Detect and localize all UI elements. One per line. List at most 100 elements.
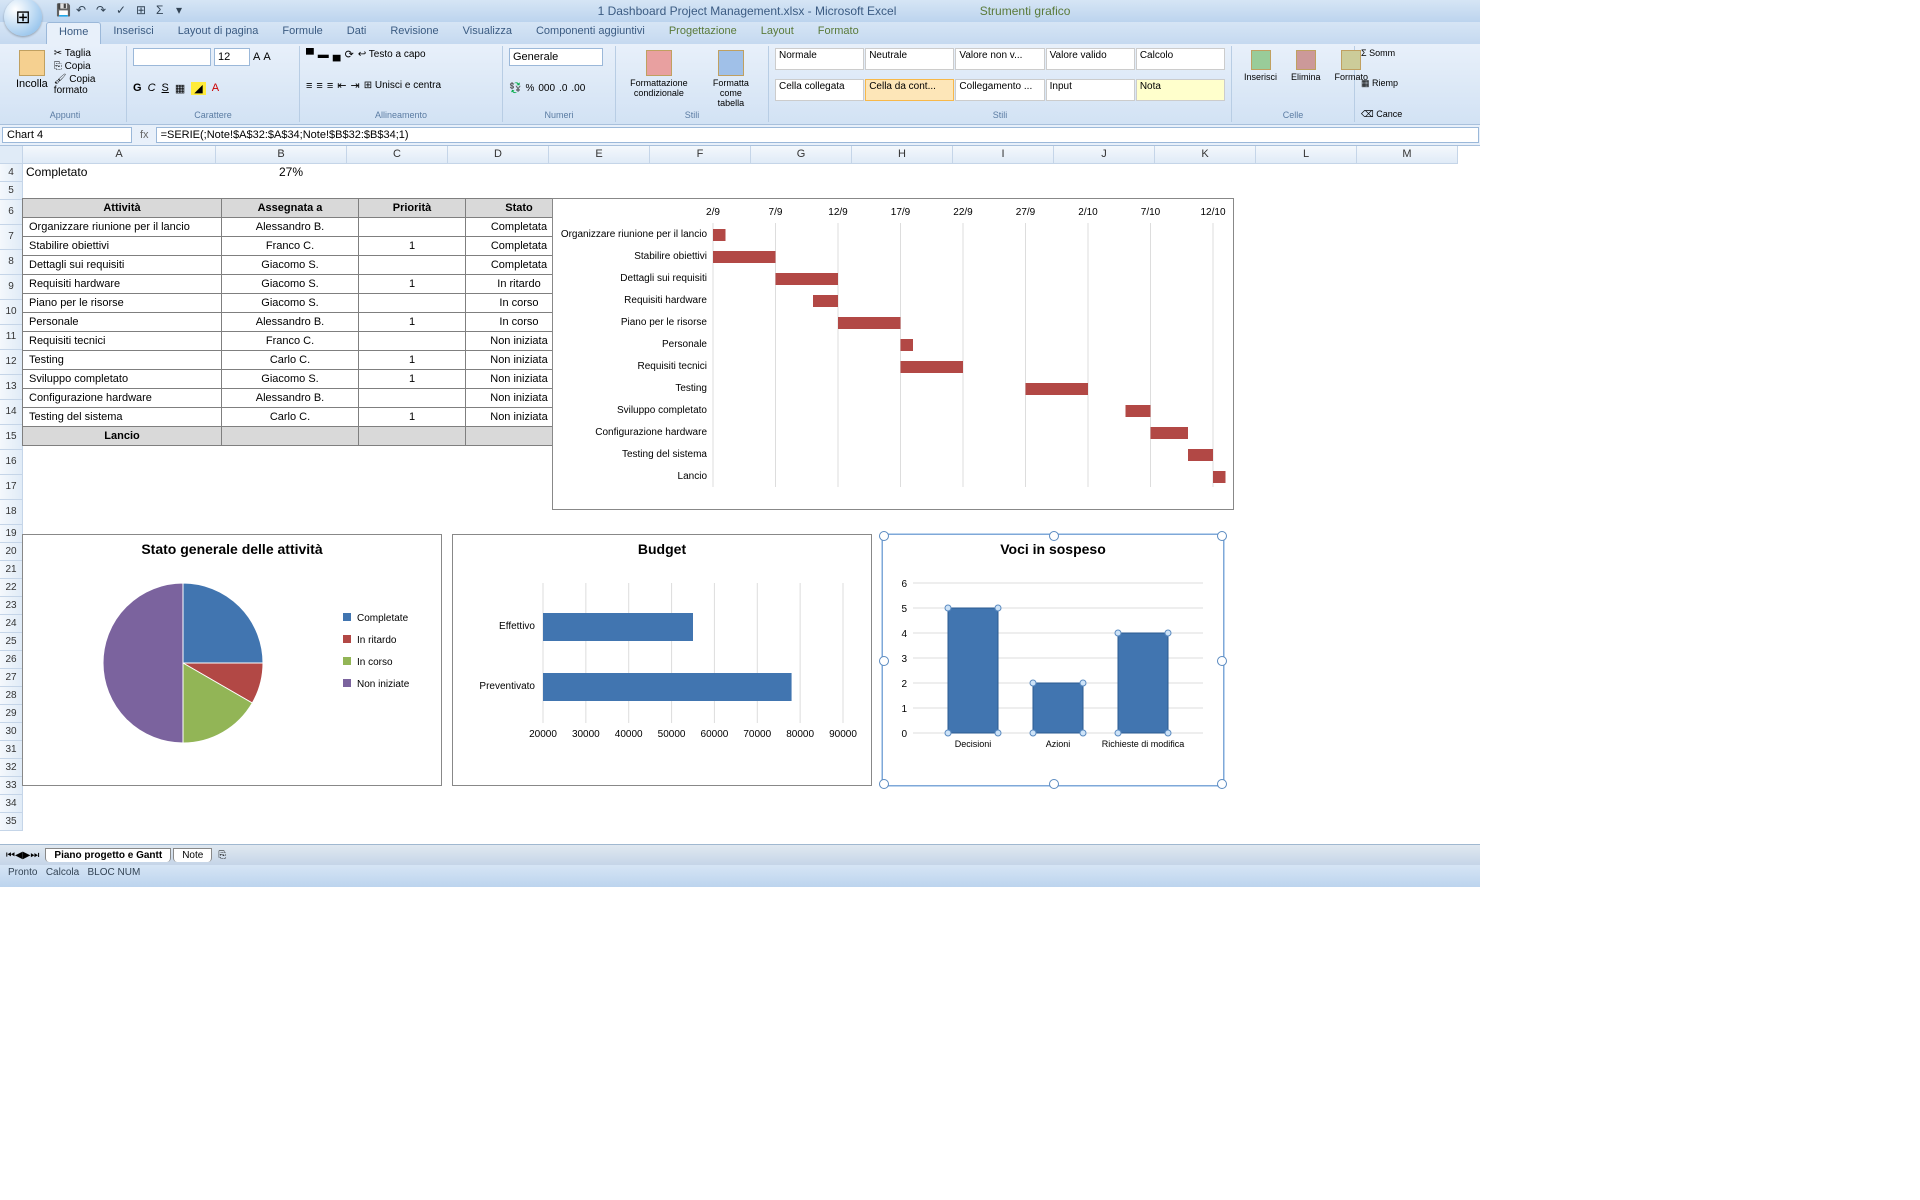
fill-color-button[interactable]: ◢ [191, 82, 205, 95]
row-header[interactable]: 14 [0, 400, 23, 425]
gantt-chart[interactable]: 2/97/912/917/922/927/92/107/1012/10Organ… [552, 198, 1234, 510]
copy-button[interactable]: ⎘ Copia [54, 61, 120, 72]
cell-style[interactable]: Valore non v... [955, 48, 1044, 70]
clear-button[interactable]: ⌫ Cance [1361, 109, 1402, 119]
tab-format[interactable]: Formato [806, 22, 871, 44]
undo-icon[interactable]: ↶ [76, 3, 92, 19]
comma-icon[interactable]: 000 [538, 83, 555, 94]
tab-nav-first-icon[interactable]: ⏮ [6, 850, 15, 861]
row-header[interactable]: 12 [0, 350, 23, 375]
align-right-icon[interactable]: ≡ [327, 80, 333, 92]
row-header[interactable]: 5 [0, 182, 23, 200]
orientation-icon[interactable]: ⟳ [345, 48, 354, 61]
budget-chart[interactable]: Budget 200003000040000500006000070000800… [452, 534, 872, 786]
tab-nav-last-icon[interactable]: ⏭ [30, 850, 39, 861]
tab-review[interactable]: Revisione [378, 22, 450, 44]
cell-style[interactable]: Neutrale [865, 48, 954, 70]
cell-style[interactable]: Input [1046, 79, 1135, 101]
tab-nav-prev-icon[interactable]: ◀ [15, 850, 23, 861]
row-header[interactable]: 15 [0, 425, 23, 450]
format-as-table-button[interactable]: Formatta come tabella [700, 48, 762, 110]
row-header[interactable]: 4 [0, 164, 23, 182]
fill-button[interactable]: ▦ Riemp [1361, 78, 1398, 88]
column-header[interactable]: D [448, 146, 549, 164]
font-size-input[interactable] [214, 48, 250, 66]
column-header[interactable]: K [1155, 146, 1256, 164]
row-header[interactable]: 23 [0, 597, 23, 615]
row-header[interactable]: 6 [0, 200, 23, 225]
tab-home[interactable]: Home [46, 22, 101, 44]
border-button[interactable]: ▦ [175, 82, 185, 95]
delete-cells-button[interactable]: Elimina [1285, 48, 1327, 84]
row-header[interactable]: 13 [0, 375, 23, 400]
cell-style[interactable]: Calcolo [1136, 48, 1225, 70]
align-middle-icon[interactable]: ▬ [318, 49, 329, 61]
increase-indent-icon[interactable]: ⇥ [350, 79, 359, 92]
fx-icon[interactable]: fx [134, 129, 155, 141]
row-header[interactable]: 22 [0, 579, 23, 597]
column-header[interactable]: F [650, 146, 751, 164]
tab-insert[interactable]: Inserisci [101, 22, 165, 44]
tab-data[interactable]: Dati [335, 22, 379, 44]
font-family-input[interactable] [133, 48, 211, 66]
cell-style[interactable]: Cella collegata [775, 79, 864, 101]
pie-chart[interactable]: Stato generale delle attività Completate… [22, 534, 442, 786]
decrease-indent-icon[interactable]: ⇤ [337, 79, 346, 92]
row-header[interactable]: 7 [0, 225, 23, 250]
format-painter-button[interactable]: 🖌 Copia formato [54, 74, 120, 96]
underline-button[interactable]: S [162, 82, 169, 94]
grow-font-icon[interactable]: A [253, 51, 260, 63]
row-header[interactable]: 24 [0, 615, 23, 633]
redo-icon[interactable]: ↷ [96, 3, 112, 19]
shrink-font-icon[interactable]: A [263, 51, 270, 63]
row-header[interactable]: 19 [0, 525, 23, 543]
row-header[interactable]: 8 [0, 250, 23, 275]
percent-icon[interactable]: % [525, 83, 534, 94]
row-header[interactable]: 29 [0, 705, 23, 723]
formula-input[interactable] [156, 127, 1479, 143]
currency-icon[interactable]: 💱 [509, 83, 521, 94]
column-header[interactable]: I [953, 146, 1054, 164]
row-header[interactable]: 27 [0, 669, 23, 687]
qat-icon[interactable]: ✓ [116, 3, 132, 19]
cut-button[interactable]: ✂ Taglia [54, 48, 120, 59]
merge-center-button[interactable]: ⊞ Unisci e centra [364, 80, 441, 91]
tab-formulas[interactable]: Formule [270, 22, 334, 44]
column-header[interactable]: J [1054, 146, 1155, 164]
cell-style[interactable]: Cella da cont... [865, 79, 954, 101]
row-header[interactable]: 10 [0, 300, 23, 325]
cell-completato-label[interactable]: Completato [22, 164, 222, 181]
tab-design[interactable]: Progettazione [657, 22, 749, 44]
row-header[interactable]: 31 [0, 741, 23, 759]
tab-layout[interactable]: Layout [749, 22, 806, 44]
row-header[interactable]: 17 [0, 475, 23, 500]
tab-view[interactable]: Visualizza [451, 22, 524, 44]
align-top-icon[interactable]: ▀ [306, 49, 314, 61]
column-header[interactable]: G [751, 146, 852, 164]
row-header[interactable]: 34 [0, 795, 23, 813]
align-center-icon[interactable]: ≡ [316, 80, 322, 92]
sheet-tab[interactable]: Note [173, 848, 212, 862]
row-header[interactable]: 18 [0, 500, 23, 525]
cell-style[interactable]: Normale [775, 48, 864, 70]
sheet-tab[interactable]: Piano progetto e Gantt [45, 848, 171, 862]
new-sheet-icon[interactable]: ⎘ [218, 850, 226, 861]
tab-page-layout[interactable]: Layout di pagina [166, 22, 271, 44]
column-header[interactable]: L [1256, 146, 1357, 164]
conditional-formatting-button[interactable]: Formattazione condizionale [622, 48, 696, 110]
row-header[interactable]: 9 [0, 275, 23, 300]
row-header[interactable]: 30 [0, 723, 23, 741]
row-header[interactable]: 20 [0, 543, 23, 561]
select-all-corner[interactable] [0, 146, 23, 164]
column-header[interactable]: M [1357, 146, 1458, 164]
tab-addins[interactable]: Componenti aggiuntivi [524, 22, 657, 44]
row-header[interactable]: 32 [0, 759, 23, 777]
decrease-decimal-icon[interactable]: .00 [571, 83, 585, 94]
row-header[interactable]: 26 [0, 651, 23, 669]
tab-nav-next-icon[interactable]: ▶ [23, 850, 31, 861]
row-header[interactable]: 28 [0, 687, 23, 705]
insert-cells-button[interactable]: Inserisci [1238, 48, 1283, 84]
cell-style[interactable]: Valore valido [1046, 48, 1135, 70]
row-header[interactable]: 35 [0, 813, 23, 831]
italic-button[interactable]: C [148, 82, 156, 94]
